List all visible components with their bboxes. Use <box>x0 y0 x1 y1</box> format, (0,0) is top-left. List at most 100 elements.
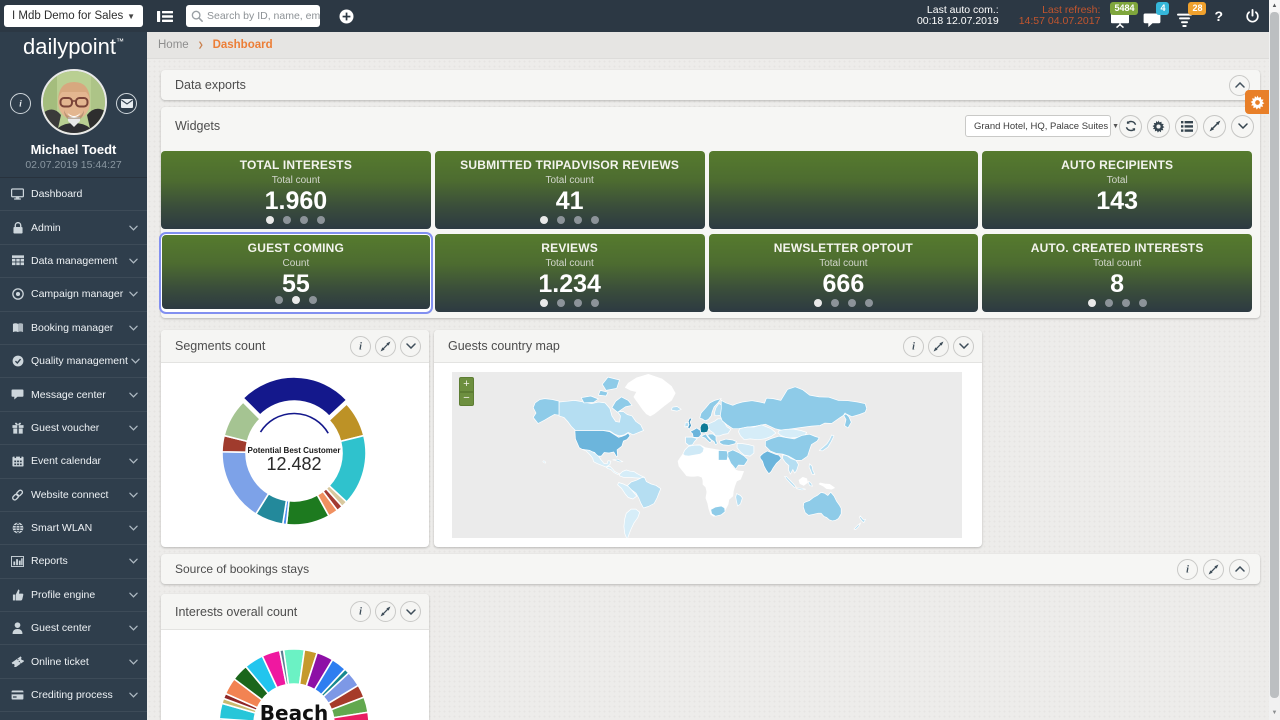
world-map[interactable]: + − <box>452 372 962 538</box>
map-region-indonesia[interactable] <box>785 476 813 490</box>
messages-button[interactable]: 4 <box>1142 13 1162 28</box>
pagination-dot[interactable] <box>1088 299 1096 307</box>
segments-donut-chart[interactable]: Potential Best Customer12.482 <box>161 363 429 546</box>
interests-info-button[interactable]: i <box>350 601 371 622</box>
power-button[interactable] <box>1245 9 1260 24</box>
pagination-dot[interactable] <box>1122 299 1130 307</box>
map-region-egypt[interactable] <box>718 450 728 460</box>
pagination-dot[interactable] <box>574 216 582 224</box>
segments-info-button[interactable]: i <box>350 336 371 357</box>
widgets-expand-button[interactable] <box>1203 115 1226 138</box>
pagination-dot[interactable] <box>1139 299 1147 307</box>
map-zoom-in-button[interactable]: + <box>459 377 474 392</box>
profile-info-button[interactable]: i <box>10 93 31 114</box>
widgets-settings-button[interactable] <box>1147 115 1170 138</box>
avatar[interactable] <box>41 69 107 135</box>
pagination-dot[interactable] <box>317 216 325 224</box>
presentation-button[interactable]: 5484 <box>1110 13 1130 28</box>
widget-card-auto-created-interests[interactable]: AUTO. CREATED INTERESTSTotal count8 <box>982 234 1252 312</box>
map-region-greenland[interactable] <box>625 374 675 416</box>
pagination-dot[interactable] <box>266 216 274 224</box>
map-region-borneo[interactable] <box>799 477 808 485</box>
hotel-selector[interactable]: Grand Hotel, HQ, Palace Suites ▼ <box>965 115 1111 137</box>
pagination-dot[interactable] <box>309 296 317 304</box>
map-region-japan[interactable] <box>819 435 834 451</box>
add-icon[interactable] <box>339 9 354 24</box>
pagination-dot[interactable] <box>557 216 565 224</box>
donut-slice[interactable] <box>243 377 347 416</box>
widget-card-guest-coming[interactable]: GUEST COMINGCount55 <box>161 234 431 312</box>
pagination-dot[interactable] <box>848 299 856 307</box>
map-expand-button[interactable] <box>928 336 949 357</box>
sidebar-item-message-center[interactable]: Message center <box>0 378 147 411</box>
map-region-colombia-venezuela[interactable] <box>620 470 645 478</box>
pagination-dot[interactable] <box>574 299 582 307</box>
pagination-dot[interactable] <box>591 216 599 224</box>
map-region-iceland[interactable] <box>671 407 681 412</box>
source-info-button[interactable]: i <box>1177 559 1198 580</box>
pagination-dot[interactable] <box>591 299 599 307</box>
map-region-madagascar[interactable] <box>736 494 743 506</box>
pagination-dot[interactable] <box>557 299 565 307</box>
sidebar-item-campaign-manager[interactable]: Campaign manager <box>0 278 147 311</box>
sidebar-item-guest-center[interactable]: Guest center <box>0 612 147 645</box>
segments-expand-button[interactable] <box>375 336 396 357</box>
pagination-dot[interactable] <box>814 299 822 307</box>
sidebar-item-event-calendar[interactable]: Event calendar <box>0 445 147 478</box>
map-zoom-out-button[interactable]: − <box>459 392 474 407</box>
pagination-dot[interactable] <box>865 299 873 307</box>
widget-card-total-interests[interactable]: TOTAL INTERESTSTotal count1.960 <box>161 151 431 229</box>
interests-donut-chart[interactable]: Beach <box>161 630 429 720</box>
scrollbar-down-icon[interactable]: ▼ <box>1269 707 1280 719</box>
pagination-dot[interactable] <box>831 299 839 307</box>
sidebar-item-booking-manager[interactable]: Booking manager <box>0 312 147 345</box>
help-button[interactable]: ? <box>1214 8 1223 24</box>
source-expand-button[interactable] <box>1203 559 1224 580</box>
map-region-argentina[interactable] <box>624 509 640 538</box>
widget-card-reviews[interactable]: REVIEWSTotal count1.234 <box>435 234 705 312</box>
sidebar-item-dashboard[interactable]: Dashboard <box>0 178 147 211</box>
widgets-collapse-button[interactable] <box>1231 115 1254 138</box>
sidebar-item-website-connect[interactable]: Website connect <box>0 479 147 512</box>
map-region-philippines[interactable] <box>809 464 815 475</box>
map-region-new-zealand[interactable] <box>854 516 866 530</box>
pagination-dot[interactable] <box>540 299 548 307</box>
widget-card-newsletter-optout[interactable]: NEWSLETTER OPTOUTTotal count666 <box>709 234 979 312</box>
map-region-alaska[interactable] <box>533 399 559 424</box>
widget-card-auto-recipients[interactable]: AUTO RECIPIENTSTotal143 <box>982 151 1252 229</box>
interests-expand-button[interactable] <box>375 601 396 622</box>
map-region-russia[interactable] <box>720 387 866 431</box>
widget-card-submitted-tripadvisor-reviews[interactable]: SUBMITTED TRIPADVISOR REVIEWSTotal count… <box>435 151 705 229</box>
map-collapse-button[interactable] <box>953 336 974 357</box>
segments-collapse-button[interactable] <box>400 336 421 357</box>
map-region-new-guinea[interactable] <box>819 483 834 489</box>
map-region-australia[interactable] <box>803 492 841 521</box>
sidebar-item-profile-engine[interactable]: Profile engine <box>0 579 147 612</box>
account-selector[interactable]: I Mdb Demo for Sales ▼ <box>4 5 143 27</box>
sidebar-item-reports[interactable]: Reports <box>0 545 147 578</box>
map-region-france[interactable] <box>690 428 701 438</box>
map-region-hawaii[interactable] <box>543 461 546 464</box>
sidebar-item-data-management[interactable]: Data management <box>0 245 147 278</box>
sidebar-item-guest-voucher[interactable]: Guest voucher <box>0 412 147 445</box>
map-region-turkey[interactable] <box>720 439 737 445</box>
sidebar-item-online-ticket[interactable]: Online ticket <box>0 645 147 678</box>
settings-flyout-button[interactable] <box>1245 90 1269 114</box>
widgets-list-button[interactable] <box>1175 115 1198 138</box>
profile-mail-button[interactable] <box>116 93 137 114</box>
sidebar-item-crediting-process[interactable]: Crediting process <box>0 679 147 712</box>
widgets-refresh-button[interactable] <box>1119 115 1142 138</box>
interests-collapse-button[interactable] <box>400 601 421 622</box>
widget-card-empty[interactable] <box>709 151 979 229</box>
pagination-dot[interactable] <box>300 216 308 224</box>
donut-slice[interactable] <box>222 452 269 514</box>
sidebar-item-smart-wlan[interactable]: Smart WLAN <box>0 512 147 545</box>
pagination-dot[interactable] <box>292 296 300 304</box>
source-collapse-button[interactable] <box>1229 559 1250 580</box>
map-region-ireland[interactable] <box>685 423 689 427</box>
sidebar-item-quality-management[interactable]: Quality management <box>0 345 147 378</box>
pagination-dot[interactable] <box>275 296 283 304</box>
search-input[interactable] <box>207 10 320 22</box>
page-scrollbar[interactable]: ▲ ▼ <box>1269 0 1280 720</box>
breadcrumb-home[interactable]: Home <box>158 39 189 51</box>
